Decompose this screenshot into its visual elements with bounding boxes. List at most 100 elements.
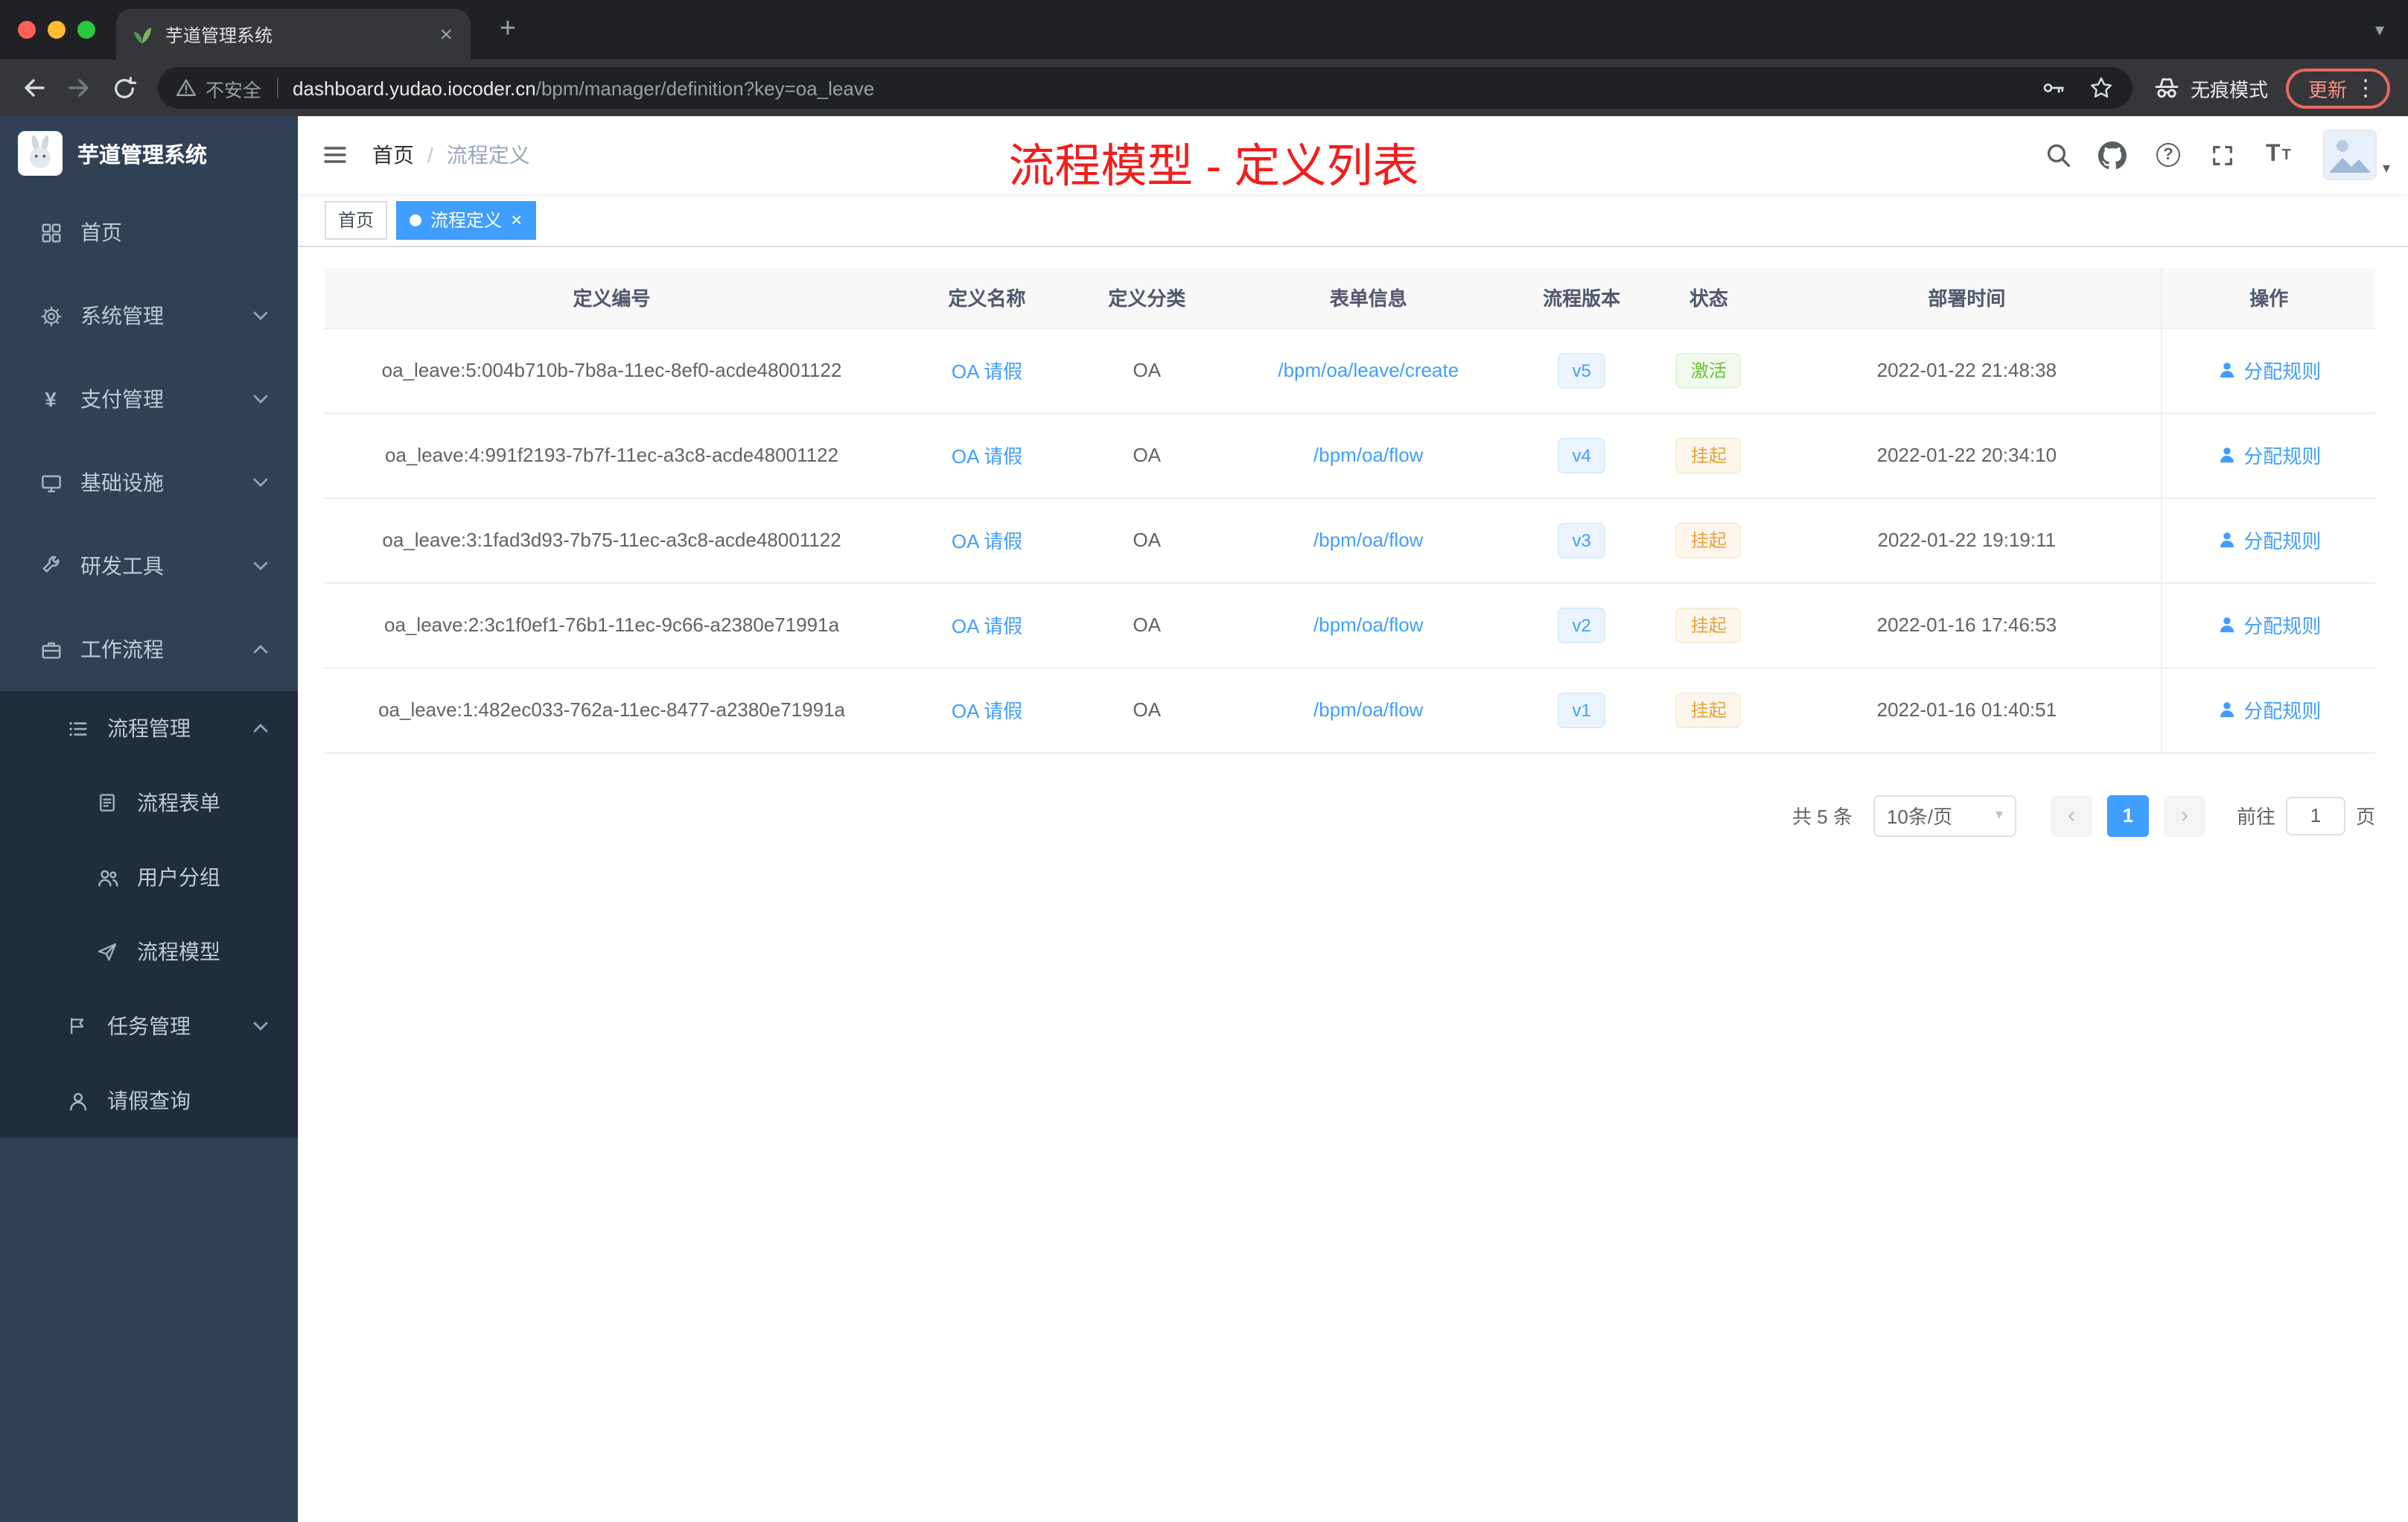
gear-icon	[39, 304, 63, 328]
table-row: oa_leave:3:1fad3d93-7b75-11ec-a3c8-acde4…	[325, 497, 2375, 583]
security-chip[interactable]: 不安全	[176, 74, 261, 102]
url-divider	[276, 77, 278, 98]
key-icon[interactable]	[2034, 69, 2073, 107]
forward-button[interactable]	[57, 66, 101, 110]
window-close-button[interactable]	[18, 21, 36, 39]
definition-category-cell: OA	[1074, 667, 1219, 753]
next-page-button[interactable]: ›	[2163, 795, 2205, 836]
deploy-time: 2022-01-22 19:19:11	[1877, 529, 2057, 551]
sidebar-item-label: 支付管理	[80, 387, 164, 411]
search-icon[interactable]	[2039, 136, 2077, 174]
sidebar-item-workflow[interactable]: 工作流程	[0, 608, 298, 691]
paper-plane-icon	[95, 940, 119, 964]
form-info-link[interactable]: /bpm/oa/flow	[1313, 444, 1423, 466]
avatar-caret-icon: ▾	[2382, 161, 2390, 177]
browser-tab[interactable]: 芋道管理系统 ×	[116, 9, 471, 60]
assign-rule-link[interactable]: 分配规则	[2217, 526, 2321, 554]
deploy-time: 2022-01-22 21:48:38	[1876, 359, 2057, 381]
status-cell: 挂起	[1645, 582, 1773, 668]
dashboard-icon	[39, 220, 63, 244]
fullscreen-icon[interactable]	[2204, 136, 2243, 174]
sidebar-item-infrastructure[interactable]: 基础设施	[0, 441, 298, 524]
form-info-cell: /bpm/oa/flow	[1218, 497, 1518, 583]
definition-category: OA	[1133, 614, 1162, 636]
assign-rule-label: 分配规则	[2243, 530, 2322, 553]
logo-title: 芋道管理系统	[77, 144, 207, 168]
sidebar-item-process-management[interactable]: 流程管理	[0, 691, 298, 765]
sidebar-item-user-group[interactable]: 用户分组	[0, 840, 298, 914]
form-info-link[interactable]: /bpm/oa/leave/create	[1278, 359, 1459, 381]
url-domain: dashboard.yudao.iocoder.cn	[293, 77, 536, 99]
prev-page-button[interactable]: ‹	[2050, 795, 2092, 836]
help-icon[interactable]: ?	[2149, 136, 2188, 174]
window-minimize-button[interactable]	[48, 21, 66, 39]
definition-name-link[interactable]: OA 请假	[952, 700, 1022, 722]
tag-close-icon[interactable]: ×	[511, 210, 522, 229]
bookmark-star-icon[interactable]	[2082, 69, 2121, 107]
assign-rule-link[interactable]: 分配规则	[2217, 441, 2321, 469]
column-header: 定义名称	[899, 268, 1075, 328]
sidebar-item-payment[interactable]: ¥ 支付管理	[0, 357, 298, 441]
reload-button[interactable]	[101, 66, 146, 110]
page-size-select[interactable]: 10条/页 ▾	[1873, 795, 2016, 836]
status-badge: 挂起	[1675, 437, 1742, 473]
definition-name-link[interactable]: OA 请假	[952, 530, 1022, 553]
status-cell: 挂起	[1645, 667, 1773, 753]
window-zoom-button[interactable]	[77, 21, 95, 39]
tag-home[interactable]: 首页	[325, 200, 388, 239]
definition-id-cell: oa_leave:3:1fad3d93-7b75-11ec-a3c8-acde4…	[325, 497, 899, 583]
update-button[interactable]: 更新 ⋮	[2285, 68, 2390, 108]
sidebar-item-label: 系统管理	[80, 304, 164, 328]
page-1-button[interactable]: 1	[2106, 795, 2149, 836]
assign-rule-link[interactable]: 分配规则	[2217, 356, 2321, 384]
deploy-time-cell: 2022-01-22 20:34:10	[1772, 413, 2162, 498]
sidebar-item-process-model[interactable]: 流程模型	[0, 914, 298, 989]
column-header: 表单信息	[1218, 268, 1518, 328]
chevron-down-icon	[253, 561, 268, 570]
new-tab-button[interactable]: +	[488, 10, 527, 49]
url-bar[interactable]: 不安全 dashboard.yudao.iocoder.cn/bpm/manag…	[158, 67, 2133, 109]
definition-category: OA	[1133, 444, 1162, 466]
definition-id: oa_leave:3:1fad3d93-7b75-11ec-a3c8-acde4…	[382, 529, 841, 551]
sidebar-item-devtools[interactable]: 研发工具	[0, 524, 298, 608]
content: 定义编号 定义名称 定义分类 表单信息 流程版本 状态 部署时间 操作 oa_l…	[298, 247, 2408, 1522]
definition-category-cell: OA	[1074, 497, 1219, 583]
assign-rule-link[interactable]: 分配规则	[2217, 695, 2321, 724]
column-header: 操作	[2161, 268, 2375, 328]
operation-cell: 分配规则	[2161, 667, 2375, 753]
briefcase-icon	[39, 637, 63, 661]
goto-page-input[interactable]	[2285, 796, 2345, 835]
assign-rule-link[interactable]: 分配规则	[2217, 611, 2321, 639]
tab-close-icon[interactable]: ×	[436, 23, 456, 45]
form-info-link[interactable]: /bpm/oa/flow	[1313, 698, 1423, 721]
breadcrumb-home[interactable]: 首页	[372, 140, 414, 170]
browser-menu-dots-icon[interactable]: ⋮	[2354, 74, 2377, 101]
form-info-link[interactable]: /bpm/oa/flow	[1313, 614, 1423, 636]
tab-search-chevron-icon[interactable]: ▾	[2375, 19, 2384, 40]
hamburger-icon[interactable]	[298, 141, 372, 168]
github-icon[interactable]	[2094, 136, 2133, 174]
tag-current[interactable]: 流程定义 ×	[396, 200, 536, 239]
user-avatar[interactable]: ▾	[2322, 130, 2390, 180]
definition-name-link[interactable]: OA 请假	[952, 445, 1022, 468]
sidebar-item-process-form[interactable]: 流程表单	[0, 765, 298, 840]
sidebar-item-leave-query[interactable]: 请假查询	[0, 1063, 298, 1138]
deploy-time-cell: 2022-01-16 17:46:53	[1772, 582, 2162, 668]
back-button[interactable]	[12, 66, 57, 110]
table-row: oa_leave:4:991f2193-7b7f-11ec-a3c8-acde4…	[325, 413, 2375, 498]
form-info-link[interactable]: /bpm/oa/flow	[1313, 529, 1423, 551]
definition-name-link[interactable]: OA 请假	[952, 615, 1022, 637]
font-size-icon[interactable]: TT	[2259, 136, 2298, 174]
definition-id-cell: oa_leave:5:004b710b-7b8a-11ec-8ef0-acde4…	[325, 328, 899, 413]
sidebar-item-system[interactable]: 系统管理	[0, 274, 298, 357]
deploy-time-cell: 2022-01-22 19:19:11	[1772, 497, 2162, 583]
sidebar-item-task-management[interactable]: 任务管理	[0, 989, 298, 1063]
definition-category-cell: OA	[1074, 582, 1219, 668]
definition-category: OA	[1133, 359, 1162, 381]
definition-id: oa_leave:2:3c1f0ef1-76b1-11ec-9c66-a2380…	[384, 614, 840, 636]
sidebar-item-home[interactable]: 首页	[0, 191, 298, 274]
security-label: 不安全	[206, 80, 262, 101]
incognito-icon	[2153, 74, 2180, 101]
definition-name-link[interactable]: OA 请假	[952, 360, 1022, 383]
user-group-icon	[95, 865, 119, 889]
